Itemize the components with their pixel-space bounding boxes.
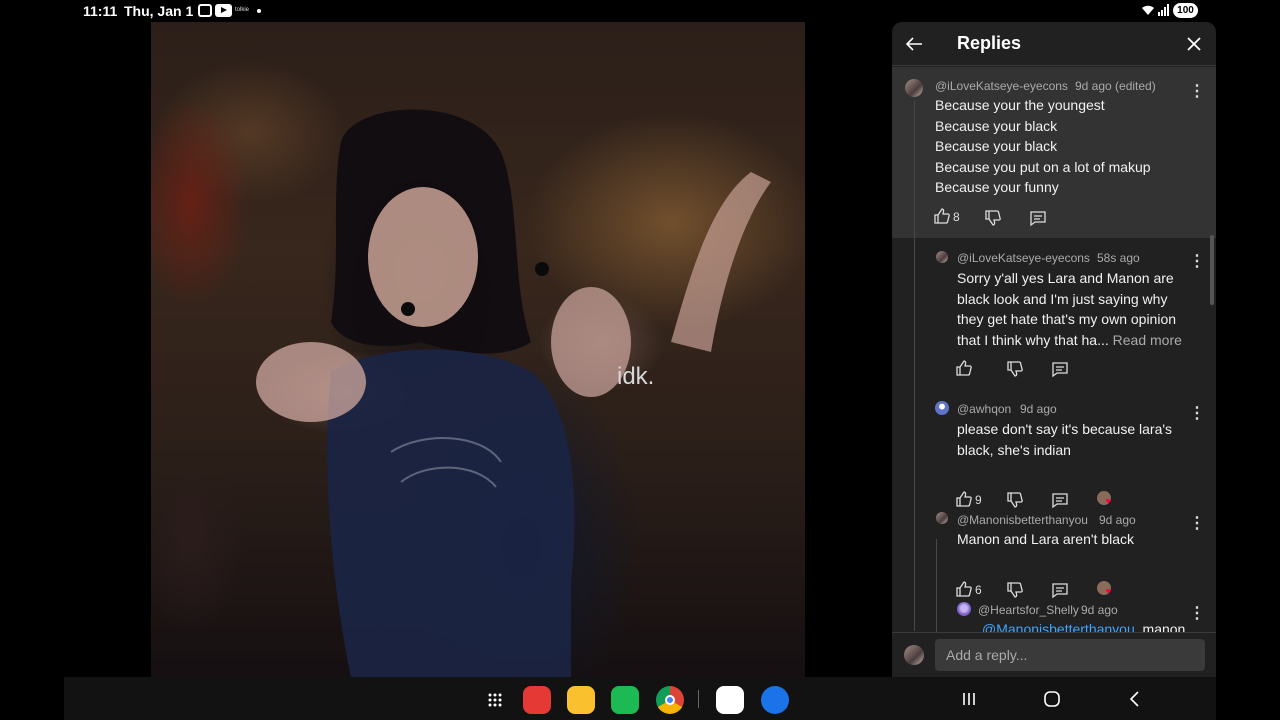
dislike-icon[interactable] bbox=[984, 209, 1002, 227]
comment-text: Because your the youngest Because your b… bbox=[935, 97, 1151, 195]
screen-record-icon bbox=[198, 4, 212, 17]
reply-icon[interactable] bbox=[1051, 360, 1069, 378]
notification-dot-icon bbox=[257, 9, 261, 13]
comment-time: 9d ago bbox=[1020, 402, 1057, 416]
app-drawer-icon[interactable] bbox=[488, 693, 502, 707]
flipboard-app-icon[interactable] bbox=[523, 686, 551, 714]
navigation-bar bbox=[64, 677, 1216, 720]
battery-indicator: 100 bbox=[1173, 3, 1198, 18]
home-icon[interactable] bbox=[1042, 689, 1062, 709]
replies-panel: Replies @iLoveKatseye-eyecons 9d ago (ed… bbox=[892, 22, 1216, 677]
mention-link[interactable]: @Manonisbetterthanyou bbox=[982, 621, 1135, 632]
add-reply-input[interactable]: Add a reply... bbox=[935, 639, 1205, 671]
status-bar: 11:11 Thu, Jan 1 tolkie 100 bbox=[0, 0, 1280, 22]
avatar[interactable] bbox=[936, 251, 948, 263]
panel-header: Replies bbox=[892, 22, 1216, 66]
youtube-icon bbox=[215, 4, 232, 17]
back-icon[interactable] bbox=[1125, 689, 1145, 709]
comment: @iLoveKatseye-eyecons 9d ago (edited) Be… bbox=[892, 67, 1216, 238]
comment-time: 9d ago bbox=[1081, 603, 1118, 617]
like-icon[interactable] bbox=[955, 359, 973, 377]
comment-time: 9d ago bbox=[1099, 513, 1136, 527]
avatar[interactable] bbox=[957, 602, 971, 616]
comment-text: please don't say it's because lara's bla… bbox=[957, 421, 1173, 458]
phone-app-icon[interactable] bbox=[611, 686, 639, 714]
comment-time: 58s ago bbox=[1097, 251, 1140, 265]
status-date: Thu, Jan 1 bbox=[124, 3, 194, 19]
comment-author[interactable]: @iLoveKatseye-eyecons bbox=[935, 79, 1068, 93]
messages-app-icon[interactable] bbox=[761, 686, 789, 714]
reply-icon[interactable] bbox=[1029, 209, 1047, 227]
video-player[interactable]: idk. bbox=[151, 22, 805, 677]
comment: @iLoveKatseye-eyecons 58s ago Sorry y'al… bbox=[892, 238, 1216, 388]
back-arrow-icon[interactable] bbox=[902, 32, 926, 56]
dislike-icon[interactable] bbox=[1006, 360, 1024, 378]
comment-time: 9d ago (edited) bbox=[1075, 79, 1156, 93]
recent-apps-icon[interactable] bbox=[959, 689, 979, 709]
video-frame bbox=[256, 109, 771, 677]
comment-text: @Manonisbetterthanyou manon bbox=[982, 619, 1207, 632]
comment: @Heartsfor_Shelly 9d ago @Manonisbettert… bbox=[892, 588, 1216, 632]
comment: @Manonisbetterthanyou 9d ago Manon and L… bbox=[892, 498, 1216, 599]
comment-text: Manon and Lara aren't black bbox=[957, 531, 1135, 547]
app-pair-icon[interactable] bbox=[716, 686, 744, 714]
notes-app-icon[interactable] bbox=[567, 686, 595, 714]
video-caption: idk. bbox=[617, 363, 655, 390]
like-count: 8 bbox=[953, 210, 960, 224]
comment: @awhqon 9d ago please don't say it's bec… bbox=[892, 388, 1216, 509]
comment-text: Sorry y'all yes Lara and Manon are black… bbox=[957, 270, 1182, 348]
signal-icon bbox=[1158, 4, 1169, 16]
comment-author[interactable]: @Manonisbetterthanyou bbox=[957, 513, 1088, 527]
panel-title: Replies bbox=[957, 33, 1022, 53]
avatar[interactable] bbox=[935, 401, 949, 415]
avatar[interactable] bbox=[936, 512, 948, 524]
more-options-icon[interactable] bbox=[1189, 251, 1205, 271]
notification-app-label: tolkie bbox=[235, 7, 250, 13]
like-icon[interactable] bbox=[933, 207, 951, 225]
comment-author[interactable]: @awhqon bbox=[957, 402, 1011, 416]
comment-author[interactable]: @Heartsfor_Shelly bbox=[978, 603, 1079, 617]
avatar[interactable] bbox=[905, 79, 923, 97]
chrome-center-icon bbox=[665, 695, 675, 705]
reply-bar: Add a reply... bbox=[892, 632, 1216, 677]
read-more-link[interactable]: Read more bbox=[1113, 332, 1182, 348]
comment-author[interactable]: @iLoveKatseye-eyecons bbox=[957, 251, 1090, 265]
close-icon[interactable] bbox=[1182, 32, 1206, 56]
replies-list[interactable]: @iLoveKatseye-eyecons 9d ago (edited) Be… bbox=[892, 67, 1216, 632]
user-avatar bbox=[904, 645, 924, 665]
wifi-icon bbox=[1142, 5, 1154, 15]
status-time: 11:11 bbox=[83, 3, 118, 19]
dock-divider bbox=[698, 690, 699, 708]
